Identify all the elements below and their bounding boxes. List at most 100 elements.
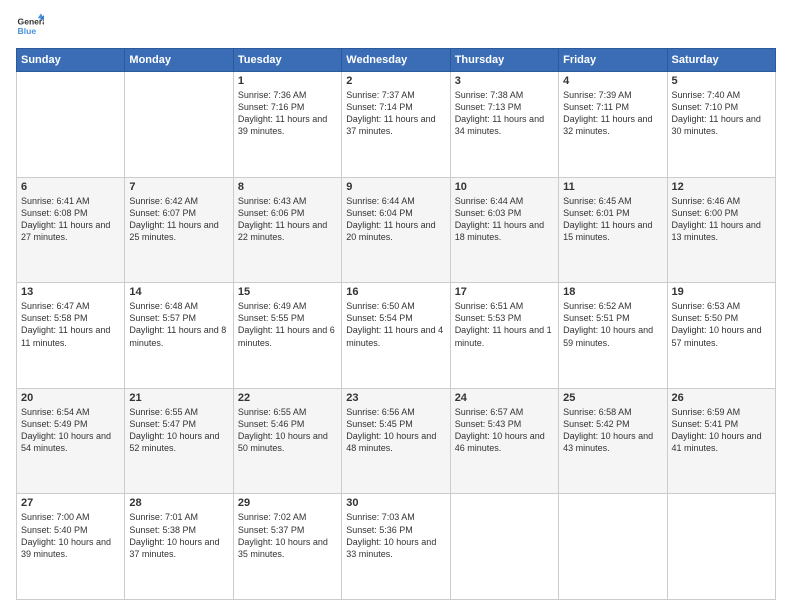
weekday-saturday: Saturday — [667, 49, 775, 72]
day-info: Sunrise: 7:37 AMSunset: 7:14 PMDaylight:… — [346, 89, 445, 138]
day-number: 5 — [672, 75, 771, 87]
day-number: 27 — [21, 497, 120, 509]
calendar-cell: 29 Sunrise: 7:02 AMSunset: 5:37 PMDayligh… — [233, 494, 341, 600]
week-row-1: 1 Sunrise: 7:36 AMSunset: 7:16 PMDaylight… — [17, 72, 776, 178]
calendar-cell: 1 Sunrise: 7:36 AMSunset: 7:16 PMDaylight… — [233, 72, 341, 178]
day-number: 9 — [346, 181, 445, 193]
calendar-cell: 23 Sunrise: 6:56 AMSunset: 5:45 PMDayligh… — [342, 388, 450, 494]
calendar-cell: 25 Sunrise: 6:58 AMSunset: 5:42 PMDayligh… — [559, 388, 667, 494]
weekday-thursday: Thursday — [450, 49, 558, 72]
day-number: 12 — [672, 181, 771, 193]
weekday-sunday: Sunday — [17, 49, 125, 72]
day-number: 18 — [563, 286, 662, 298]
calendar-cell: 26Sunrise: 6:59 AMSunset: 5:41 PMDayligh… — [667, 388, 775, 494]
day-info: Sunrise: 7:00 AMSunset: 5:40 PMDaylight:… — [21, 511, 120, 560]
day-number: 29 — [238, 497, 337, 509]
calendar-cell: 28Sunrise: 7:01 AMSunset: 5:38 PMDayligh… — [125, 494, 233, 600]
day-info: Sunrise: 6:45 AMSunset: 6:01 PMDaylight:… — [563, 195, 662, 244]
calendar-cell — [667, 494, 775, 600]
day-info: Sunrise: 6:46 AMSunset: 6:00 PMDaylight:… — [672, 195, 771, 244]
day-number: 14 — [129, 286, 228, 298]
day-number: 23 — [346, 392, 445, 404]
day-info: Sunrise: 7:03 AMSunset: 5:36 PMDaylight:… — [346, 511, 445, 560]
calendar-cell — [17, 72, 125, 178]
page: General Blue SundayMondayTuesdayWednesda… — [0, 0, 792, 612]
calendar-cell: 22 Sunrise: 6:55 AMSunset: 5:46 PMDayligh… — [233, 388, 341, 494]
day-number: 15 — [238, 286, 337, 298]
calendar-cell: 3 Sunrise: 7:38 AMSunset: 7:13 PMDaylight… — [450, 72, 558, 178]
calendar-cell — [125, 72, 233, 178]
day-number: 2 — [346, 75, 445, 87]
calendar-cell: 6 Sunrise: 6:41 AMSunset: 6:08 PMDaylight… — [17, 177, 125, 283]
day-info: Sunrise: 6:56 AMSunset: 5:45 PMDaylight:… — [346, 406, 445, 455]
calendar-cell — [450, 494, 558, 600]
day-number: 1 — [238, 75, 337, 87]
day-number: 3 — [455, 75, 554, 87]
day-number: 24 — [455, 392, 554, 404]
day-info: Sunrise: 6:52 AMSunset: 5:51 PMDaylight:… — [563, 300, 662, 349]
day-number: 10 — [455, 181, 554, 193]
calendar-cell: 13 Sunrise: 6:47 AMSunset: 5:58 PMDayligh… — [17, 283, 125, 389]
calendar-table: SundayMondayTuesdayWednesdayThursdayFrid… — [16, 48, 776, 600]
weekday-header-row: SundayMondayTuesdayWednesdayThursdayFrid… — [17, 49, 776, 72]
day-number: 13 — [21, 286, 120, 298]
day-number: 8 — [238, 181, 337, 193]
calendar-cell: 20 Sunrise: 6:54 AMSunset: 5:49 PMDayligh… — [17, 388, 125, 494]
day-number: 25 — [563, 392, 662, 404]
week-row-4: 20 Sunrise: 6:54 AMSunset: 5:49 PMDayligh… — [17, 388, 776, 494]
calendar-cell: 7Sunrise: 6:42 AMSunset: 6:07 PMDaylight… — [125, 177, 233, 283]
calendar-cell: 30 Sunrise: 7:03 AMSunset: 5:36 PMDayligh… — [342, 494, 450, 600]
day-info: Sunrise: 6:42 AMSunset: 6:07 PMDaylight:… — [129, 195, 228, 244]
day-info: Sunrise: 7:38 AMSunset: 7:13 PMDaylight:… — [455, 89, 554, 138]
calendar-cell: 2 Sunrise: 7:37 AMSunset: 7:14 PMDaylight… — [342, 72, 450, 178]
calendar-cell: 14Sunrise: 6:48 AMSunset: 5:57 PMDayligh… — [125, 283, 233, 389]
calendar-cell: 4Sunrise: 7:39 AMSunset: 7:11 PMDaylight… — [559, 72, 667, 178]
calendar-cell: 24 Sunrise: 6:57 AMSunset: 5:43 PMDayligh… — [450, 388, 558, 494]
day-number: 22 — [238, 392, 337, 404]
day-info: Sunrise: 6:41 AMSunset: 6:08 PMDaylight:… — [21, 195, 120, 244]
day-info: Sunrise: 7:39 AMSunset: 7:11 PMDaylight:… — [563, 89, 662, 138]
day-info: Sunrise: 6:44 AMSunset: 6:03 PMDaylight:… — [455, 195, 554, 244]
calendar-cell: 15Sunrise: 6:49 AMSunset: 5:55 PMDayligh… — [233, 283, 341, 389]
day-info: Sunrise: 7:36 AMSunset: 7:16 PMDaylight:… — [238, 89, 337, 138]
day-info: Sunrise: 6:44 AMSunset: 6:04 PMDaylight:… — [346, 195, 445, 244]
day-info: Sunrise: 6:50 AMSunset: 5:54 PMDaylight:… — [346, 300, 445, 349]
calendar-cell: 17Sunrise: 6:51 AMSunset: 5:53 PMDayligh… — [450, 283, 558, 389]
day-number: 19 — [672, 286, 771, 298]
calendar-cell: 9 Sunrise: 6:44 AMSunset: 6:04 PMDaylight… — [342, 177, 450, 283]
calendar-cell: 18 Sunrise: 6:52 AMSunset: 5:51 PMDayligh… — [559, 283, 667, 389]
day-number: 21 — [129, 392, 228, 404]
week-row-5: 27 Sunrise: 7:00 AMSunset: 5:40 PMDayligh… — [17, 494, 776, 600]
day-info: Sunrise: 6:58 AMSunset: 5:42 PMDaylight:… — [563, 406, 662, 455]
day-info: Sunrise: 7:40 AMSunset: 7:10 PMDaylight:… — [672, 89, 771, 138]
calendar-cell: 21Sunrise: 6:55 AMSunset: 5:47 PMDayligh… — [125, 388, 233, 494]
logo-icon: General Blue — [16, 12, 44, 40]
week-row-2: 6 Sunrise: 6:41 AMSunset: 6:08 PMDaylight… — [17, 177, 776, 283]
day-info: Sunrise: 6:54 AMSunset: 5:49 PMDaylight:… — [21, 406, 120, 455]
logo: General Blue — [16, 12, 44, 40]
day-info: Sunrise: 6:47 AMSunset: 5:58 PMDaylight:… — [21, 300, 120, 349]
day-info: Sunrise: 6:53 AMSunset: 5:50 PMDaylight:… — [672, 300, 771, 349]
weekday-friday: Friday — [559, 49, 667, 72]
svg-text:Blue: Blue — [18, 26, 37, 36]
calendar-cell: 10 Sunrise: 6:44 AMSunset: 6:03 PMDayligh… — [450, 177, 558, 283]
day-info: Sunrise: 6:43 AMSunset: 6:06 PMDaylight:… — [238, 195, 337, 244]
calendar-cell: 27 Sunrise: 7:00 AMSunset: 5:40 PMDayligh… — [17, 494, 125, 600]
day-number: 11 — [563, 181, 662, 193]
day-number: 30 — [346, 497, 445, 509]
week-row-3: 13 Sunrise: 6:47 AMSunset: 5:58 PMDayligh… — [17, 283, 776, 389]
day-number: 20 — [21, 392, 120, 404]
day-info: Sunrise: 7:02 AMSunset: 5:37 PMDaylight:… — [238, 511, 337, 560]
day-info: Sunrise: 6:57 AMSunset: 5:43 PMDaylight:… — [455, 406, 554, 455]
day-number: 6 — [21, 181, 120, 193]
calendar-cell: 16Sunrise: 6:50 AMSunset: 5:54 PMDayligh… — [342, 283, 450, 389]
day-info: Sunrise: 6:55 AMSunset: 5:46 PMDaylight:… — [238, 406, 337, 455]
calendar-cell: 11 Sunrise: 6:45 AMSunset: 6:01 PMDayligh… — [559, 177, 667, 283]
calendar-cell: 5 Sunrise: 7:40 AMSunset: 7:10 PMDaylight… — [667, 72, 775, 178]
calendar-cell — [559, 494, 667, 600]
calendar-cell: 19 Sunrise: 6:53 AMSunset: 5:50 PMDayligh… — [667, 283, 775, 389]
day-number: 26 — [672, 392, 771, 404]
day-number: 17 — [455, 286, 554, 298]
weekday-tuesday: Tuesday — [233, 49, 341, 72]
weekday-monday: Monday — [125, 49, 233, 72]
